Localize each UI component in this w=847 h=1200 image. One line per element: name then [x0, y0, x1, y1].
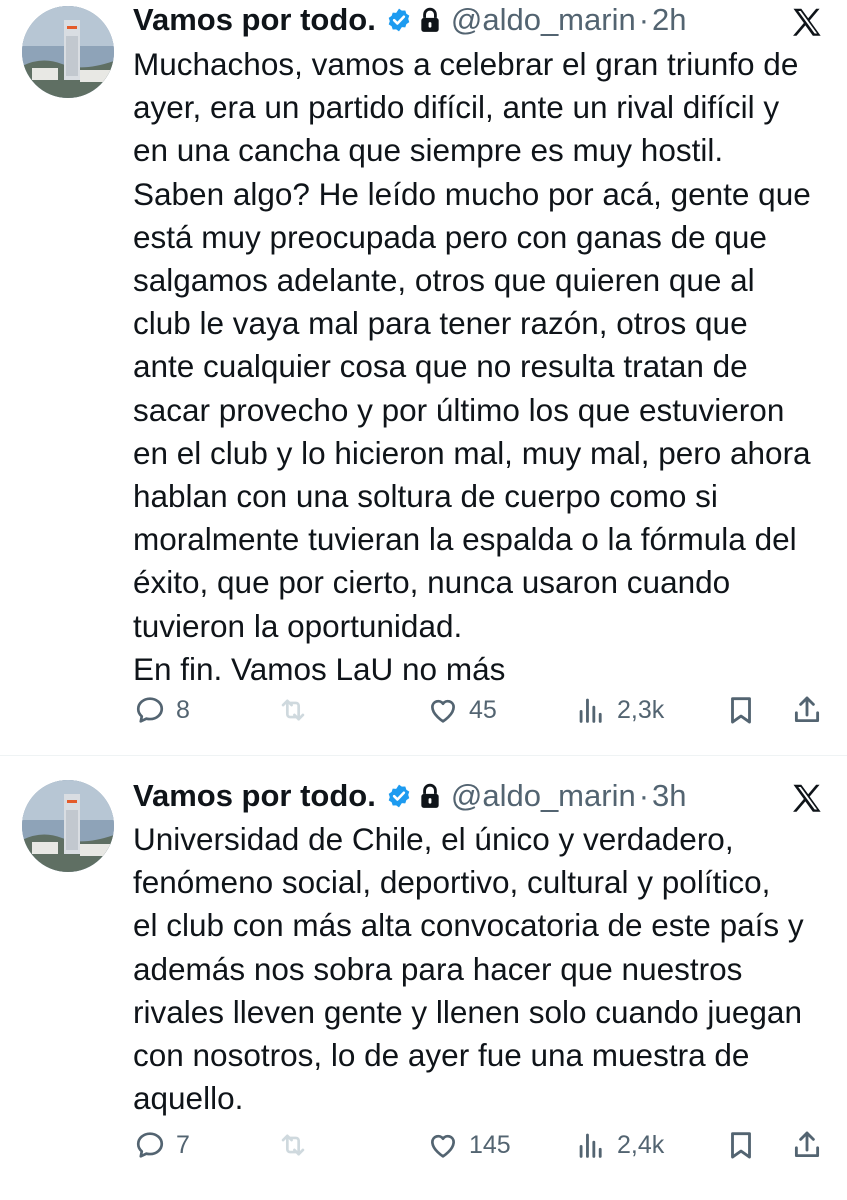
x-logo-icon — [793, 8, 821, 36]
display-name[interactable]: Vamos por todo. — [133, 778, 376, 814]
reply-button[interactable]: 7 — [133, 1125, 190, 1165]
tweet-time[interactable]: 2h — [652, 2, 686, 38]
bookmark-icon — [731, 697, 751, 724]
share-button[interactable] — [790, 690, 824, 730]
like-button[interactable]: 45 — [426, 690, 497, 730]
verified-badge-icon — [388, 784, 410, 808]
reply-count: 8 — [176, 695, 190, 724]
views-icon — [579, 1133, 602, 1158]
bookmark-icon — [731, 1132, 751, 1159]
retweet-icon — [281, 699, 305, 721]
header-separator: · — [638, 2, 650, 37]
tweet-text: Muchachos, vamos a celebrar el gran triu… — [133, 46, 811, 687]
tweet[interactable]: Vamos por todo. @aldo_marin · 3h Univers… — [0, 770, 847, 1200]
tweet-divider — [0, 755, 847, 756]
like-count: 145 — [469, 1130, 511, 1159]
reply-icon — [136, 697, 164, 723]
views-count: 2,3k — [617, 695, 665, 724]
tweet-header: Vamos por todo. @aldo_marin · 3h — [133, 776, 833, 816]
views-button[interactable]: 2,3k — [574, 690, 664, 730]
tweet-header: Vamos por todo. @aldo_marin · 2h — [133, 0, 833, 40]
tweet-actions: 8 45 2,3k — [133, 690, 833, 730]
lock-icon — [421, 783, 439, 808]
x-logo-icon — [793, 784, 821, 812]
like-count: 45 — [469, 695, 497, 724]
bookmark-button[interactable] — [724, 690, 758, 730]
user-handle[interactable]: @aldo_marin — [451, 778, 636, 814]
views-button[interactable]: 2,4k — [574, 1125, 664, 1165]
avatar[interactable] — [22, 780, 114, 872]
share-icon — [794, 1131, 820, 1158]
views-icon — [579, 698, 602, 723]
tweet-time[interactable]: 3h — [652, 778, 686, 814]
retweet-button[interactable] — [276, 1125, 310, 1165]
tweet-actions: 7 145 2,4k — [133, 1125, 833, 1165]
tweet-text: Universidad de Chile, el único y verdade… — [133, 821, 804, 1117]
user-handle[interactable]: @aldo_marin — [451, 2, 636, 38]
retweet-icon — [281, 1134, 305, 1156]
verified-badge-icon — [388, 8, 410, 32]
tweet[interactable]: Vamos por todo. @aldo_marin · 2h Muchach… — [0, 0, 847, 745]
reply-button[interactable]: 8 — [133, 690, 190, 730]
like-icon — [431, 1134, 455, 1158]
reply-icon — [136, 1132, 164, 1158]
header-separator: · — [638, 778, 650, 813]
avatar[interactable] — [22, 6, 114, 98]
reply-count: 7 — [176, 1130, 190, 1159]
display-name[interactable]: Vamos por todo. — [133, 2, 376, 38]
views-count: 2,4k — [617, 1130, 665, 1159]
retweet-button[interactable] — [276, 690, 310, 730]
share-button[interactable] — [790, 1125, 824, 1165]
bookmark-button[interactable] — [724, 1125, 758, 1165]
share-icon — [794, 696, 820, 723]
like-icon — [431, 699, 455, 723]
like-button[interactable]: 145 — [426, 1125, 511, 1165]
lock-icon — [421, 7, 439, 32]
